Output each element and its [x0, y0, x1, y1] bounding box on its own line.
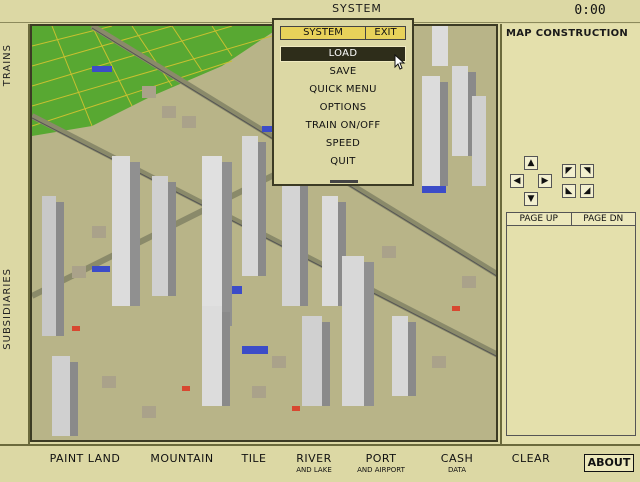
menu-resize-grip[interactable] [330, 180, 358, 183]
tool-sublabel: AND LAKE [296, 466, 332, 474]
exit-button[interactable]: EXIT [366, 27, 405, 39]
page-down-button[interactable]: PAGE DN [570, 213, 636, 225]
arrow-left-icon[interactable]: ◀ [510, 174, 524, 188]
menu-item-train-on-off[interactable]: TRAIN ON/OFF [280, 118, 406, 134]
tab-subsidiaries[interactable]: SUBSIDIARIES [2, 268, 13, 350]
menu-item-speed[interactable]: SPEED [280, 136, 406, 152]
game-clock: 0:00 [574, 3, 606, 18]
mouse-cursor-icon [394, 54, 406, 70]
tool-cash[interactable]: CASH DATA [434, 452, 480, 474]
tool-label: MOUNTAIN [150, 452, 214, 465]
menu-title: SYSTEM [281, 27, 366, 39]
tool-tile[interactable]: TILE [232, 452, 276, 465]
tool-label: TILE [241, 452, 267, 465]
menu-item-save[interactable]: SAVE [280, 64, 406, 80]
city-map-viewport[interactable] [30, 24, 498, 442]
tab-trains[interactable]: TRAINS [2, 44, 13, 86]
tool-label: PORT [365, 452, 397, 465]
page-controls: PAGE UP PAGE DN [506, 212, 636, 226]
system-menu-header: SYSTEM EXIT [280, 26, 406, 40]
tool-port[interactable]: PORT AND AIRPORT [348, 452, 414, 474]
system-tab[interactable]: SYSTEM [282, 0, 432, 18]
tool-label: PAINT LAND [49, 452, 121, 465]
tool-paint-land[interactable]: PAINT LAND [40, 452, 130, 465]
arrow-up-icon[interactable]: ▲ [524, 156, 538, 170]
left-rail: TRAINS SUBSIDIARIES [0, 24, 30, 444]
menu-item-options[interactable]: OPTIONS [280, 100, 406, 116]
bottom-toolbar: PAINT LAND MOUNTAIN TILE RIVER AND LAKE … [0, 444, 640, 482]
tool-label: RIVER [296, 452, 332, 465]
diag-down-right-icon[interactable]: ◢ [580, 184, 594, 198]
panel-title: MAP CONSTRUCTION [506, 28, 629, 39]
tool-sublabel: DATA [447, 466, 467, 474]
tool-clear[interactable]: CLEAR [502, 452, 560, 465]
tool-mountain[interactable]: MOUNTAIN [142, 452, 222, 465]
page-up-button[interactable]: PAGE UP [507, 213, 571, 225]
diag-up-left-icon[interactable]: ◤ [562, 164, 576, 178]
tool-sublabel: AND AIRPORT [357, 466, 405, 474]
menu-item-quick-menu[interactable]: QUICK MENU [280, 82, 406, 98]
game-window: SYSTEM 0:00 TRAINS SUBSIDIARIES SYSTEM E… [0, 0, 640, 482]
diag-down-left-icon[interactable]: ◣ [562, 184, 576, 198]
about-button[interactable]: ABOUT [584, 454, 634, 472]
arrow-down-icon[interactable]: ▼ [524, 192, 538, 206]
diag-up-right-icon[interactable]: ◥ [580, 164, 594, 178]
menu-item-load[interactable]: LOAD [280, 46, 406, 62]
system-menu: SYSTEM EXIT LOAD SAVE QUICK MENU OPTIONS… [272, 18, 414, 186]
menu-item-quit[interactable]: QUIT [280, 154, 406, 170]
map-construction-panel: MAP CONSTRUCTION ▲ ◀ ▶ ▼ ◤ ◥ ◣ ◢ PAGE UP… [500, 24, 640, 444]
isometric-city-map [32, 26, 496, 440]
tool-label: CLEAR [511, 452, 551, 465]
tool-river[interactable]: RIVER AND LAKE [286, 452, 342, 474]
tool-label: CASH [440, 452, 474, 465]
arrow-right-icon[interactable]: ▶ [538, 174, 552, 188]
construction-list-area[interactable] [506, 226, 636, 436]
